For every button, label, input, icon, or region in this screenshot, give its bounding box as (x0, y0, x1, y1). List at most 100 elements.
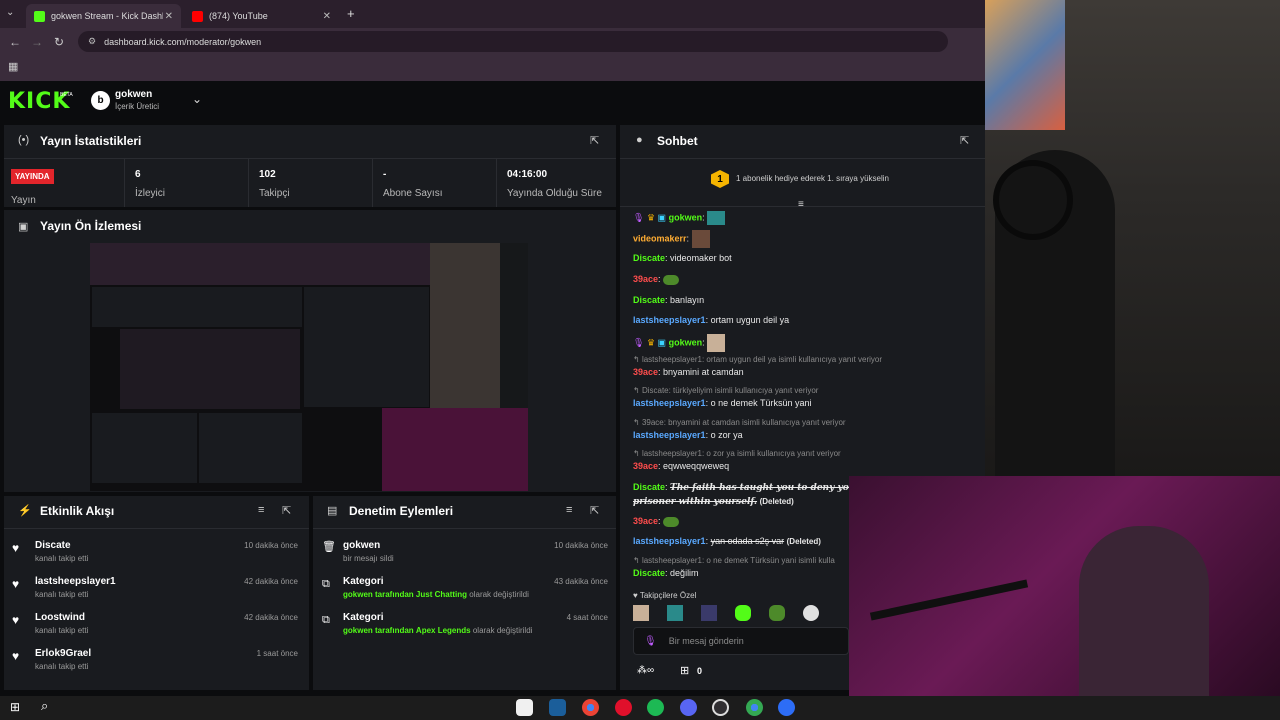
list-item[interactable]: ♥ lastsheepslayer1 kanalı takip etti 42 … (10, 574, 300, 610)
chat-username[interactable]: 39ace (633, 461, 658, 471)
list-item[interactable]: 🗑 gokwen bir mesajı sildi 10 dakika önce (320, 538, 610, 574)
spotify-icon[interactable] (647, 699, 664, 716)
chat-username[interactable]: 39ace (633, 367, 658, 377)
chat-username[interactable]: Discate (633, 295, 665, 305)
list-item[interactable]: ⧉ Kategori gokwen tarafından Apex Legend… (320, 610, 610, 646)
kick-header (0, 81, 985, 121)
tab-youtube[interactable]: (874) YouTube ✕ (184, 4, 339, 28)
stat-viewers: 6 İzleyici (124, 159, 248, 207)
moderation-action: bir mesajı sildi (343, 554, 394, 563)
deleted-tag: (Deleted) (759, 497, 794, 506)
apps-grid-icon[interactable]: ▦ (8, 60, 18, 73)
emote-icon (691, 230, 710, 248)
category-name[interactable]: Apex Legends (416, 626, 471, 635)
chat-username[interactable]: gokwen (669, 337, 703, 347)
new-tab-button[interactable]: + (347, 6, 355, 21)
obs-icon[interactable] (712, 699, 729, 716)
channel-avatar[interactable]: b (91, 91, 110, 110)
search-icon[interactable]: ⌕ (41, 698, 48, 714)
broadcast-icon: (•) (18, 134, 30, 146)
list-item[interactable]: ♥ Discate kanalı takip etti 10 dakika ön… (10, 538, 300, 574)
chat-username[interactable]: Discate (633, 253, 665, 263)
chrome-alt-icon[interactable] (746, 699, 763, 716)
forward-icon[interactable]: → (26, 35, 48, 49)
tab-list-dropdown-icon[interactable]: ⌄ (6, 7, 14, 18)
chat-username[interactable]: 39ace (633, 274, 658, 284)
category-name[interactable]: Just Chatting (416, 590, 467, 599)
emote-icon[interactable] (633, 605, 649, 621)
follower-name[interactable]: lastsheepslayer1 (35, 576, 116, 587)
discord-icon[interactable] (680, 699, 697, 716)
reply-context[interactable]: ↰ lastsheepslayer1: o ne demek Türksün y… (633, 556, 835, 565)
gift-icon[interactable]: ⊞ (680, 664, 689, 677)
preview-video[interactable] (90, 243, 528, 491)
moderator-name[interactable]: gokwen (343, 540, 380, 551)
popout-icon[interactable]: ⇱ (282, 504, 291, 517)
list-item[interactable]: ⧉ Kategori gokwen tarafından Just Chatti… (320, 574, 610, 610)
chatters-icon[interactable]: ⁂∞ (637, 665, 654, 676)
microphone-arm (869, 579, 1029, 621)
chat-username[interactable]: lastsheepslayer1 (633, 398, 706, 408)
emote-icon (663, 516, 680, 527)
popout-icon[interactable]: ⇱ (960, 134, 969, 147)
gift-text[interactable]: 1 abonelik hediye ederek 1. sıraya yükse… (736, 174, 889, 183)
stat-followers: 102 Takipçi (248, 159, 372, 207)
reply-context[interactable]: ↰ 39ace: bnyamini at camdan isimli kulla… (633, 418, 846, 427)
chat-message: videomakerr: (633, 230, 710, 248)
start-icon[interactable]: ⊞ (10, 700, 20, 714)
chat-input[interactable]: 🎙 Bir mesaj gönderin (633, 627, 849, 655)
chat-username[interactable]: lastsheepslayer1 (633, 430, 706, 440)
channel-switch-chevron-icon[interactable]: ⌄ (192, 92, 202, 106)
verified-badge-icon: ▣ (657, 212, 667, 223)
follower-name[interactable]: Erlok9Grael (35, 648, 91, 659)
reply-text: lastsheepslayer1: o zor ya isimli kullan… (641, 449, 841, 458)
reload-icon[interactable]: ↻ (48, 35, 70, 49)
close-tab-icon[interactable]: ✕ (165, 11, 173, 22)
popout-icon[interactable]: ⇱ (590, 504, 599, 517)
emote-icon[interactable] (769, 605, 785, 621)
site-info-icon[interactable]: ⚙ (88, 36, 96, 47)
chat-username[interactable]: Discate (633, 482, 665, 492)
store-icon[interactable] (516, 699, 533, 716)
chat-username[interactable]: Discate (633, 568, 665, 578)
chat-username[interactable]: lastsheepslayer1 (633, 315, 706, 325)
follower-only-text: Takipçilere Özel (639, 591, 697, 600)
follower-name[interactable]: Loostwind (35, 612, 85, 623)
moderation-detail: gokwen tarafından Just Chatting olarak d… (343, 590, 529, 599)
reply-context[interactable]: ↰ lastsheepslayer1: ortam uygun deil ya … (633, 355, 882, 364)
emote-icon[interactable] (803, 605, 819, 621)
mic-icon: 🎙 (644, 635, 657, 647)
close-tab-icon[interactable]: ✕ (323, 11, 331, 22)
moderation-text: olarak değiştirildi (469, 590, 529, 599)
steam-icon[interactable] (549, 699, 566, 716)
chat-username[interactable]: lastsheepslayer1 (633, 536, 706, 546)
popout-icon[interactable]: ⇱ (590, 134, 599, 147)
preview-inner-activity (92, 413, 197, 483)
pinned-collapse-icon[interactable]: ≡ (798, 199, 804, 210)
chat-username[interactable]: videomakerr (633, 233, 687, 243)
list-item[interactable]: ♥ Erlok9Grael kanalı takip etti 1 saat ö… (10, 646, 300, 682)
url-field[interactable]: ⚙ dashboard.kick.com/moderator/gokwen (78, 31, 948, 52)
emote-icon[interactable] (667, 605, 683, 621)
reply-context[interactable]: ↰ lastsheepslayer1: o zor ya isimli kull… (633, 449, 841, 458)
back-icon[interactable]: ← (4, 35, 26, 49)
stat-subscribers: - Abone Sayısı (372, 159, 496, 207)
tab-kick-dashboard[interactable]: gokwen Stream - Kick Dashboard ✕ (26, 4, 181, 28)
follower-name[interactable]: Discate (35, 540, 71, 551)
chat-username[interactable]: gokwen (669, 212, 703, 222)
activity-divider (4, 528, 309, 529)
chrome-icon[interactable] (582, 699, 599, 716)
chat-username[interactable]: 39ace (633, 516, 658, 526)
chat-message: Discate: banlayın (633, 295, 705, 305)
crown-badge-icon: ♛ (646, 337, 656, 348)
list-item[interactable]: ♥ Loostwind kanalı takip etti 42 dakika … (10, 610, 300, 646)
opera-icon[interactable] (615, 699, 632, 716)
ea-icon[interactable] (778, 699, 795, 716)
emote-icon[interactable] (735, 605, 751, 621)
channel-name[interactable]: gokwen (115, 89, 152, 100)
filter-icon[interactable]: ≡ (258, 504, 264, 516)
reply-context[interactable]: ↰ Discate: türkiyeliyim isimli kullanıcı… (633, 386, 818, 395)
filter-icon[interactable]: ≡ (566, 504, 572, 516)
emote-icon[interactable] (701, 605, 717, 621)
preview-webcam-bottom (382, 408, 528, 491)
